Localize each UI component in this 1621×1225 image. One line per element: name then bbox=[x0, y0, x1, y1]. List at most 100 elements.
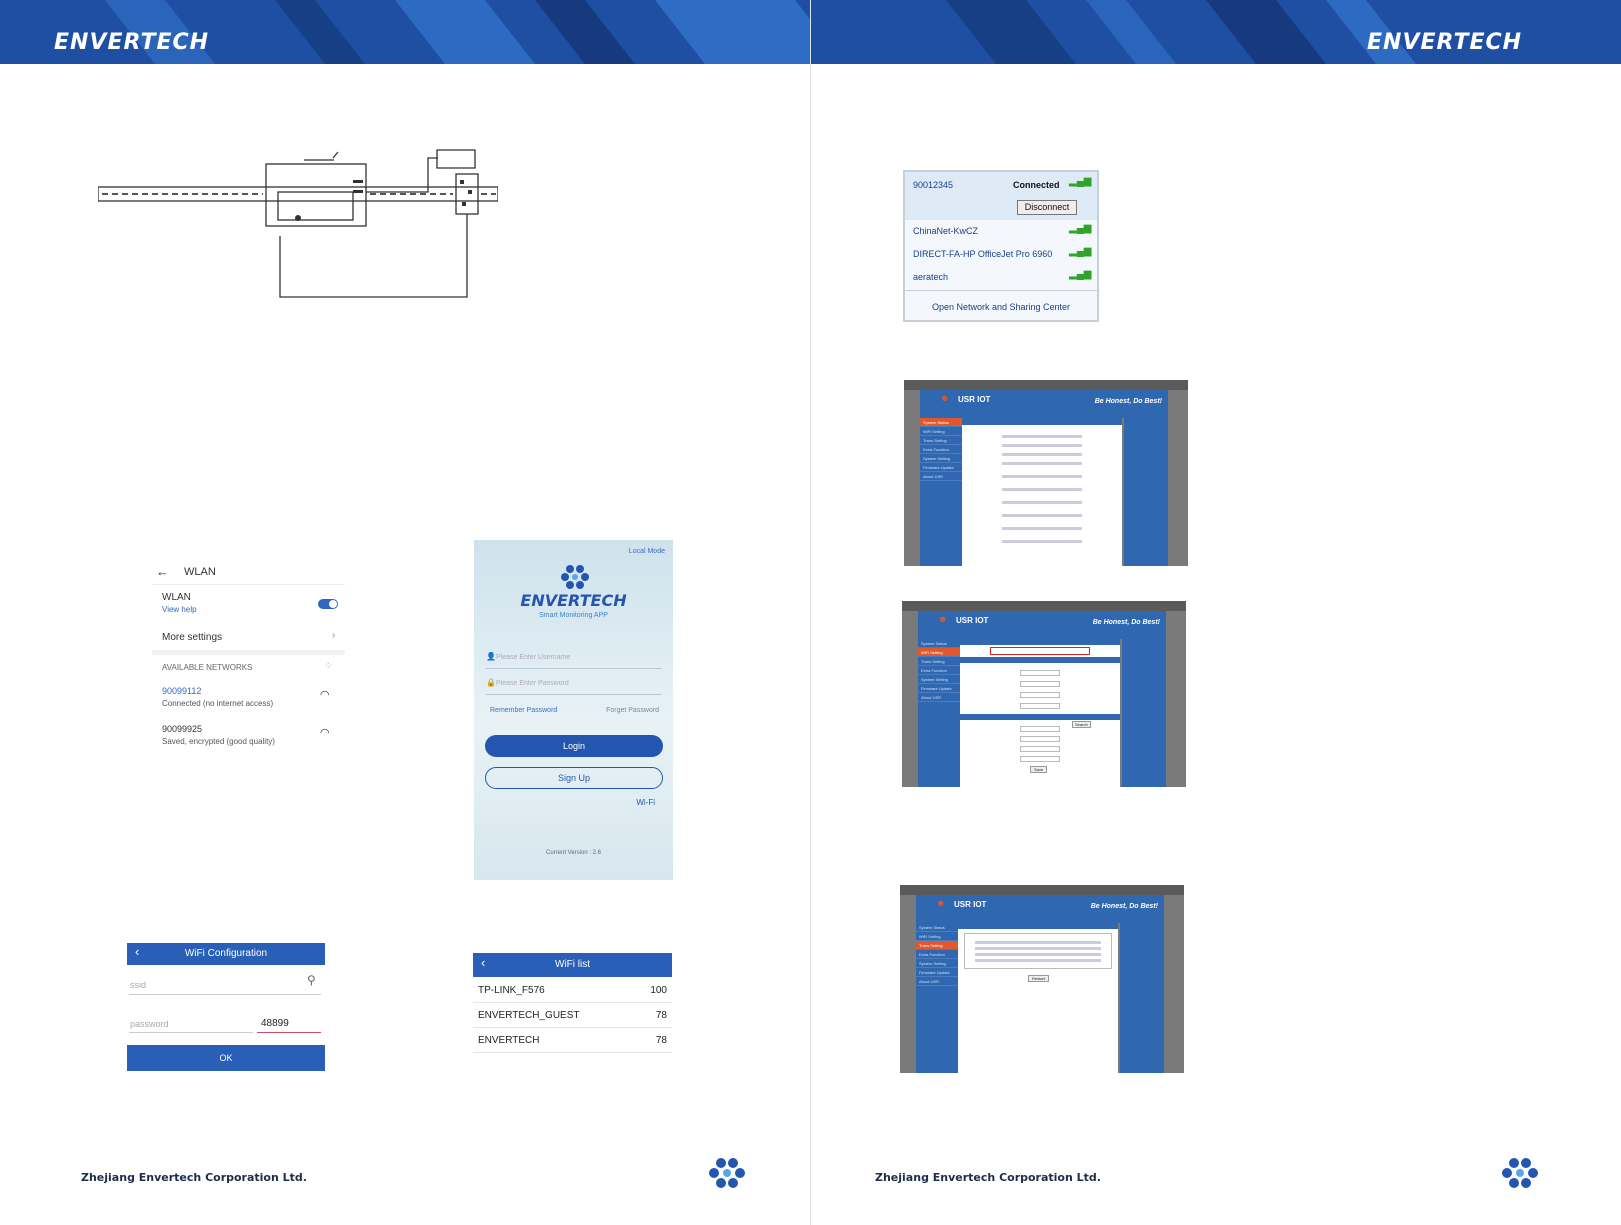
network-name[interactable]: 90099112 bbox=[162, 686, 201, 696]
signal-bars-icon: ▂▄▆ bbox=[1069, 269, 1092, 280]
wifi-list-name: ENVERTECH_GUEST bbox=[478, 1010, 580, 1021]
nav-item[interactable]: Firmware Update bbox=[920, 463, 962, 472]
wlan-label: WLAN bbox=[162, 592, 191, 603]
wifi-config-title: WiFi Configuration bbox=[127, 943, 325, 965]
network-status: Connected (no internet access) bbox=[162, 699, 274, 708]
nav-item[interactable]: Firmware Update bbox=[918, 684, 960, 693]
nav-item[interactable]: System Status bbox=[920, 418, 962, 427]
din-rail-device-drawing bbox=[98, 149, 498, 298]
more-settings-item[interactable]: More settings bbox=[162, 632, 222, 643]
usr-nav: System Status WiFi Setting Trans Setting… bbox=[918, 639, 960, 787]
nav-item[interactable]: System Status bbox=[918, 639, 960, 648]
nav-item[interactable]: WiFi Setting bbox=[918, 648, 960, 657]
right-footer-company: Zhejiang Envertech Corporation Ltd. bbox=[875, 1171, 1101, 1184]
remember-password-checkbox[interactable]: Remember Password bbox=[490, 707, 557, 714]
nav-item[interactable]: WiFi Setting bbox=[916, 932, 958, 941]
back-chevron-icon[interactable]: ‹ bbox=[135, 944, 139, 959]
username-input[interactable]: Please Enter Username bbox=[496, 654, 570, 661]
password-field-label: password bbox=[130, 1019, 169, 1029]
password-field[interactable]: 48899 bbox=[261, 1018, 289, 1029]
back-arrow-icon[interactable]: ← bbox=[156, 564, 169, 579]
usr-status-main bbox=[962, 418, 1122, 566]
wifi-link[interactable]: Wi-Fi bbox=[636, 798, 655, 807]
nav-item[interactable]: Trans Setting bbox=[916, 941, 958, 950]
right-page: ENVERTECH 90012345 Connected ▂▄▆ Disconn… bbox=[811, 0, 1621, 1225]
list-item[interactable]: aeratech bbox=[913, 272, 948, 288]
user-icon: 👤 bbox=[486, 652, 496, 661]
usr-help-panel bbox=[1122, 639, 1166, 787]
nav-item[interactable]: Firmware Update bbox=[916, 968, 958, 977]
local-mode-link[interactable]: Local Mode bbox=[629, 548, 665, 555]
wifi-list-signal: 78 bbox=[655, 1010, 667, 1021]
wifi-list-signal: 100 bbox=[650, 985, 667, 996]
wifi-config-screen: WiFi Configuration ‹ ssid ⚲ password 488… bbox=[127, 943, 325, 1073]
network-status: Saved, encrypted (good quality) bbox=[162, 737, 275, 746]
search-button[interactable]: Search bbox=[1072, 721, 1091, 728]
wlan-title: WLAN bbox=[184, 566, 216, 578]
connected-network-name[interactable]: 90012345 bbox=[913, 180, 953, 190]
usr-slogan: Be Honest, Do Best! bbox=[1094, 398, 1162, 405]
connected-status: Connected bbox=[1013, 180, 1060, 190]
left-page: ENVERTECH ← WLAN WLAN View help More set… bbox=[0, 0, 810, 1225]
list-item[interactable]: ENVERTECH_GUEST 78 bbox=[473, 1004, 672, 1028]
wifi-signal-icon: ◠ bbox=[320, 689, 330, 701]
usr-title: USR IOT bbox=[958, 395, 991, 404]
usr-nav: System Status WiFi Setting Trans Setting… bbox=[920, 418, 962, 566]
nav-item[interactable]: System Setting bbox=[918, 675, 960, 684]
ssid-input[interactable]: ssid bbox=[130, 980, 146, 990]
usr-slogan: Be Honest, Do Best! bbox=[1092, 619, 1160, 626]
left-footer-logo-icon bbox=[709, 1158, 745, 1188]
usr-person-icon: ☻ bbox=[938, 614, 948, 624]
loading-spinner-icon: ⁘ bbox=[324, 661, 333, 672]
nav-item[interactable]: WiFi Setting bbox=[920, 427, 962, 436]
network-name: aeratech bbox=[913, 272, 949, 282]
right-logo: ENVERTECH bbox=[1367, 30, 1523, 55]
nav-item[interactable]: System Setting bbox=[916, 959, 958, 968]
signal-bars-icon: ▂▄▆ bbox=[1069, 246, 1092, 257]
nav-item[interactable]: Trans Setting bbox=[920, 436, 962, 445]
right-banner: ENVERTECH bbox=[811, 0, 1621, 64]
nav-item[interactable]: Extra Function bbox=[920, 445, 962, 454]
signup-button[interactable]: Sign Up bbox=[485, 767, 663, 789]
login-button[interactable]: Login bbox=[485, 735, 663, 757]
nav-item[interactable]: System Setting bbox=[920, 454, 962, 463]
list-item[interactable]: ENVERTECH 78 bbox=[473, 1029, 672, 1053]
work-mode-select[interactable] bbox=[990, 647, 1090, 655]
nav-item[interactable]: About USR bbox=[918, 693, 960, 702]
network-name: DIRECT-FA-HP OfficeJet Pro 6960 bbox=[913, 249, 1053, 259]
nav-item[interactable]: System Status bbox=[916, 923, 958, 932]
list-item[interactable]: ChinaNet-KwCZ bbox=[913, 226, 978, 242]
wifi-network-popup: 90012345 Connected ▂▄▆ Disconnect ChinaN… bbox=[903, 170, 1099, 322]
ok-button[interactable]: OK bbox=[127, 1045, 325, 1071]
wlan-toggle[interactable] bbox=[318, 599, 338, 609]
view-help-link[interactable]: View help bbox=[162, 605, 197, 614]
usr-person-icon: ☻ bbox=[936, 898, 946, 908]
open-sharing-center-link[interactable]: Open Network and Sharing Center bbox=[905, 302, 1097, 312]
network-name[interactable]: 90099925 bbox=[162, 724, 202, 734]
usr-wifi-main: Save Search bbox=[960, 639, 1120, 787]
save-button[interactable]: Save bbox=[1030, 766, 1048, 773]
disconnect-button[interactable]: Disconnect bbox=[1017, 200, 1077, 215]
wlan-screen: ← WLAN WLAN View help More settings › AV… bbox=[152, 562, 345, 754]
app-logo: ENVERTECH bbox=[520, 591, 627, 610]
nav-item[interactable]: About USR bbox=[916, 977, 958, 986]
nav-item[interactable]: About USR bbox=[920, 472, 962, 481]
nav-item[interactable]: Extra Function bbox=[916, 950, 958, 959]
envertech-mark-icon bbox=[561, 565, 589, 589]
manual-spread: ENVERTECH ← WLAN WLAN View help More set… bbox=[0, 0, 1621, 1225]
signal-bars-icon: ▂▄▆ bbox=[1069, 176, 1092, 187]
usr-title: USR IOT bbox=[956, 616, 989, 625]
nav-item[interactable]: Trans Setting bbox=[918, 657, 960, 666]
back-chevron-icon[interactable]: ‹ bbox=[481, 955, 485, 970]
list-item[interactable]: TP-LINK_F576 100 bbox=[473, 979, 672, 1003]
left-footer-company: Zhejiang Envertech Corporation Ltd. bbox=[81, 1171, 307, 1184]
wifi-list-name: ENVERTECH bbox=[478, 1035, 540, 1046]
forget-password-link[interactable]: Forget Password bbox=[606, 707, 659, 714]
usr-restart-page: ☻ USR IOT Be Honest, Do Best! System Sta… bbox=[900, 885, 1184, 1073]
nav-item[interactable]: Extra Function bbox=[918, 666, 960, 675]
list-item[interactable]: DIRECT-FA-HP OfficeJet Pro 6960 bbox=[913, 249, 1052, 265]
password-input[interactable]: Please Enter Password bbox=[496, 680, 569, 687]
usr-person-icon: ☻ bbox=[940, 393, 950, 403]
restart-button[interactable]: Restart bbox=[1028, 975, 1049, 982]
search-icon[interactable]: ⚲ bbox=[307, 973, 316, 987]
